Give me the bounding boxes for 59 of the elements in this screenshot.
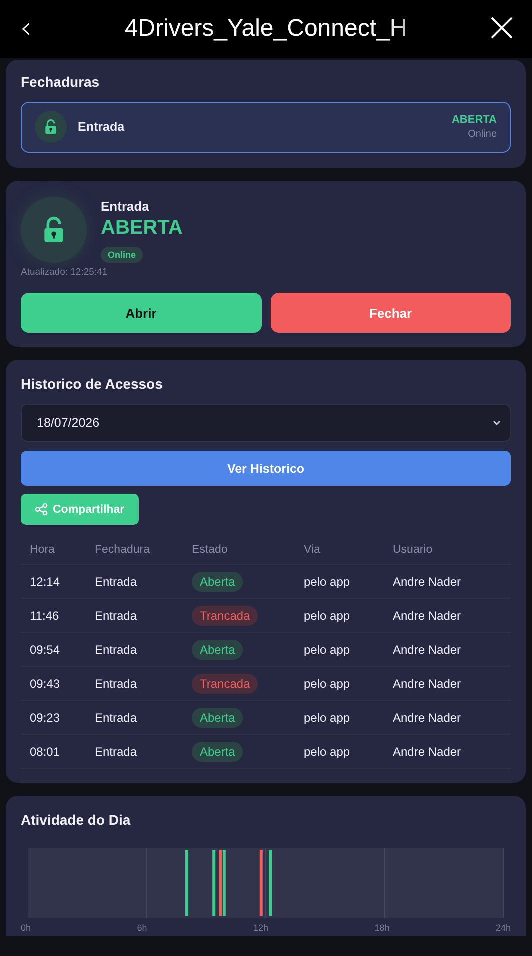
column-header: Hora [21, 536, 86, 564]
column-header: Estado [183, 536, 295, 564]
axis-label: 6h [137, 923, 148, 933]
share-icon [35, 503, 48, 516]
table-cell: 08:01 [21, 734, 86, 768]
table-cell: pelo app [295, 666, 384, 700]
table-cell: pelo app [295, 700, 384, 734]
section-title: Atividade do Dia [21, 812, 132, 828]
section-title: Historico de Acessos [21, 376, 164, 392]
open-button[interactable]: Abrir [21, 293, 262, 333]
state-pill: Aberta [192, 640, 244, 660]
date-select[interactable]: 18/07/2026 [21, 404, 511, 442]
section-title: Fechaduras [21, 74, 101, 90]
lock-status: ABERTA [452, 114, 497, 126]
table-cell: Andre Nader [384, 666, 511, 700]
table-cell: 09:54 [21, 632, 86, 666]
table-cell: Andre Nader [384, 700, 511, 734]
axis-label: 24h [496, 923, 511, 933]
table-cell: Entrada [86, 632, 183, 666]
state-pill: Aberta [192, 572, 244, 592]
table-cell: 11:46 [21, 598, 86, 632]
state-pill: Trancada [192, 674, 258, 694]
back-button[interactable]: ‹ [20, 14, 32, 44]
connection-status: Online [467, 129, 497, 140]
padlock-icon [43, 119, 59, 135]
table-cell: Entrada [86, 734, 183, 768]
window-title: 4Drivers_Yale_Connect_H [124, 15, 408, 43]
table-cell: 09:43 [21, 666, 86, 700]
axis-label: 0h [21, 923, 32, 933]
table-cell: Andre Nader [384, 632, 511, 666]
table-cell: Andre Nader [384, 598, 511, 632]
view-history-button[interactable]: Ver Historico [21, 451, 511, 486]
table-cell: pelo app [295, 598, 384, 632]
axis-label: 18h [374, 923, 390, 933]
axis-label: 12h [253, 923, 268, 933]
table-cell: 09:23 [21, 700, 86, 734]
table-cell: Entrada [86, 564, 183, 598]
column-header: Via [295, 536, 384, 564]
online-badge: Online [101, 247, 144, 263]
lock-item[interactable]: Entrada ABERTA Online [21, 102, 511, 153]
lock-name: Entrada [78, 120, 126, 134]
table-cell: Entrada [86, 666, 183, 700]
table-cell: Andre Nader [384, 734, 511, 768]
chevron-down-icon [492, 418, 502, 428]
lock-status: ABERTA [101, 217, 183, 240]
table-cell: pelo app [295, 564, 384, 598]
table-cell: Entrada [86, 598, 183, 632]
table-cell: pelo app [295, 734, 384, 768]
column-header: Fechadura [86, 536, 183, 564]
column-header: Usuario [384, 536, 511, 564]
table-cell: Entrada [86, 700, 183, 734]
state-pill: Aberta [192, 708, 244, 728]
updated-time: Atualizado: 12:25:41 [21, 267, 109, 278]
lock-name: Entrada [101, 199, 150, 214]
state-pill: Aberta [192, 742, 244, 762]
state-pill: Trancada [192, 606, 258, 626]
table-cell: pelo app [295, 632, 384, 666]
table-cell: 12:14 [21, 564, 86, 598]
table-cell: Andre Nader [384, 564, 511, 598]
